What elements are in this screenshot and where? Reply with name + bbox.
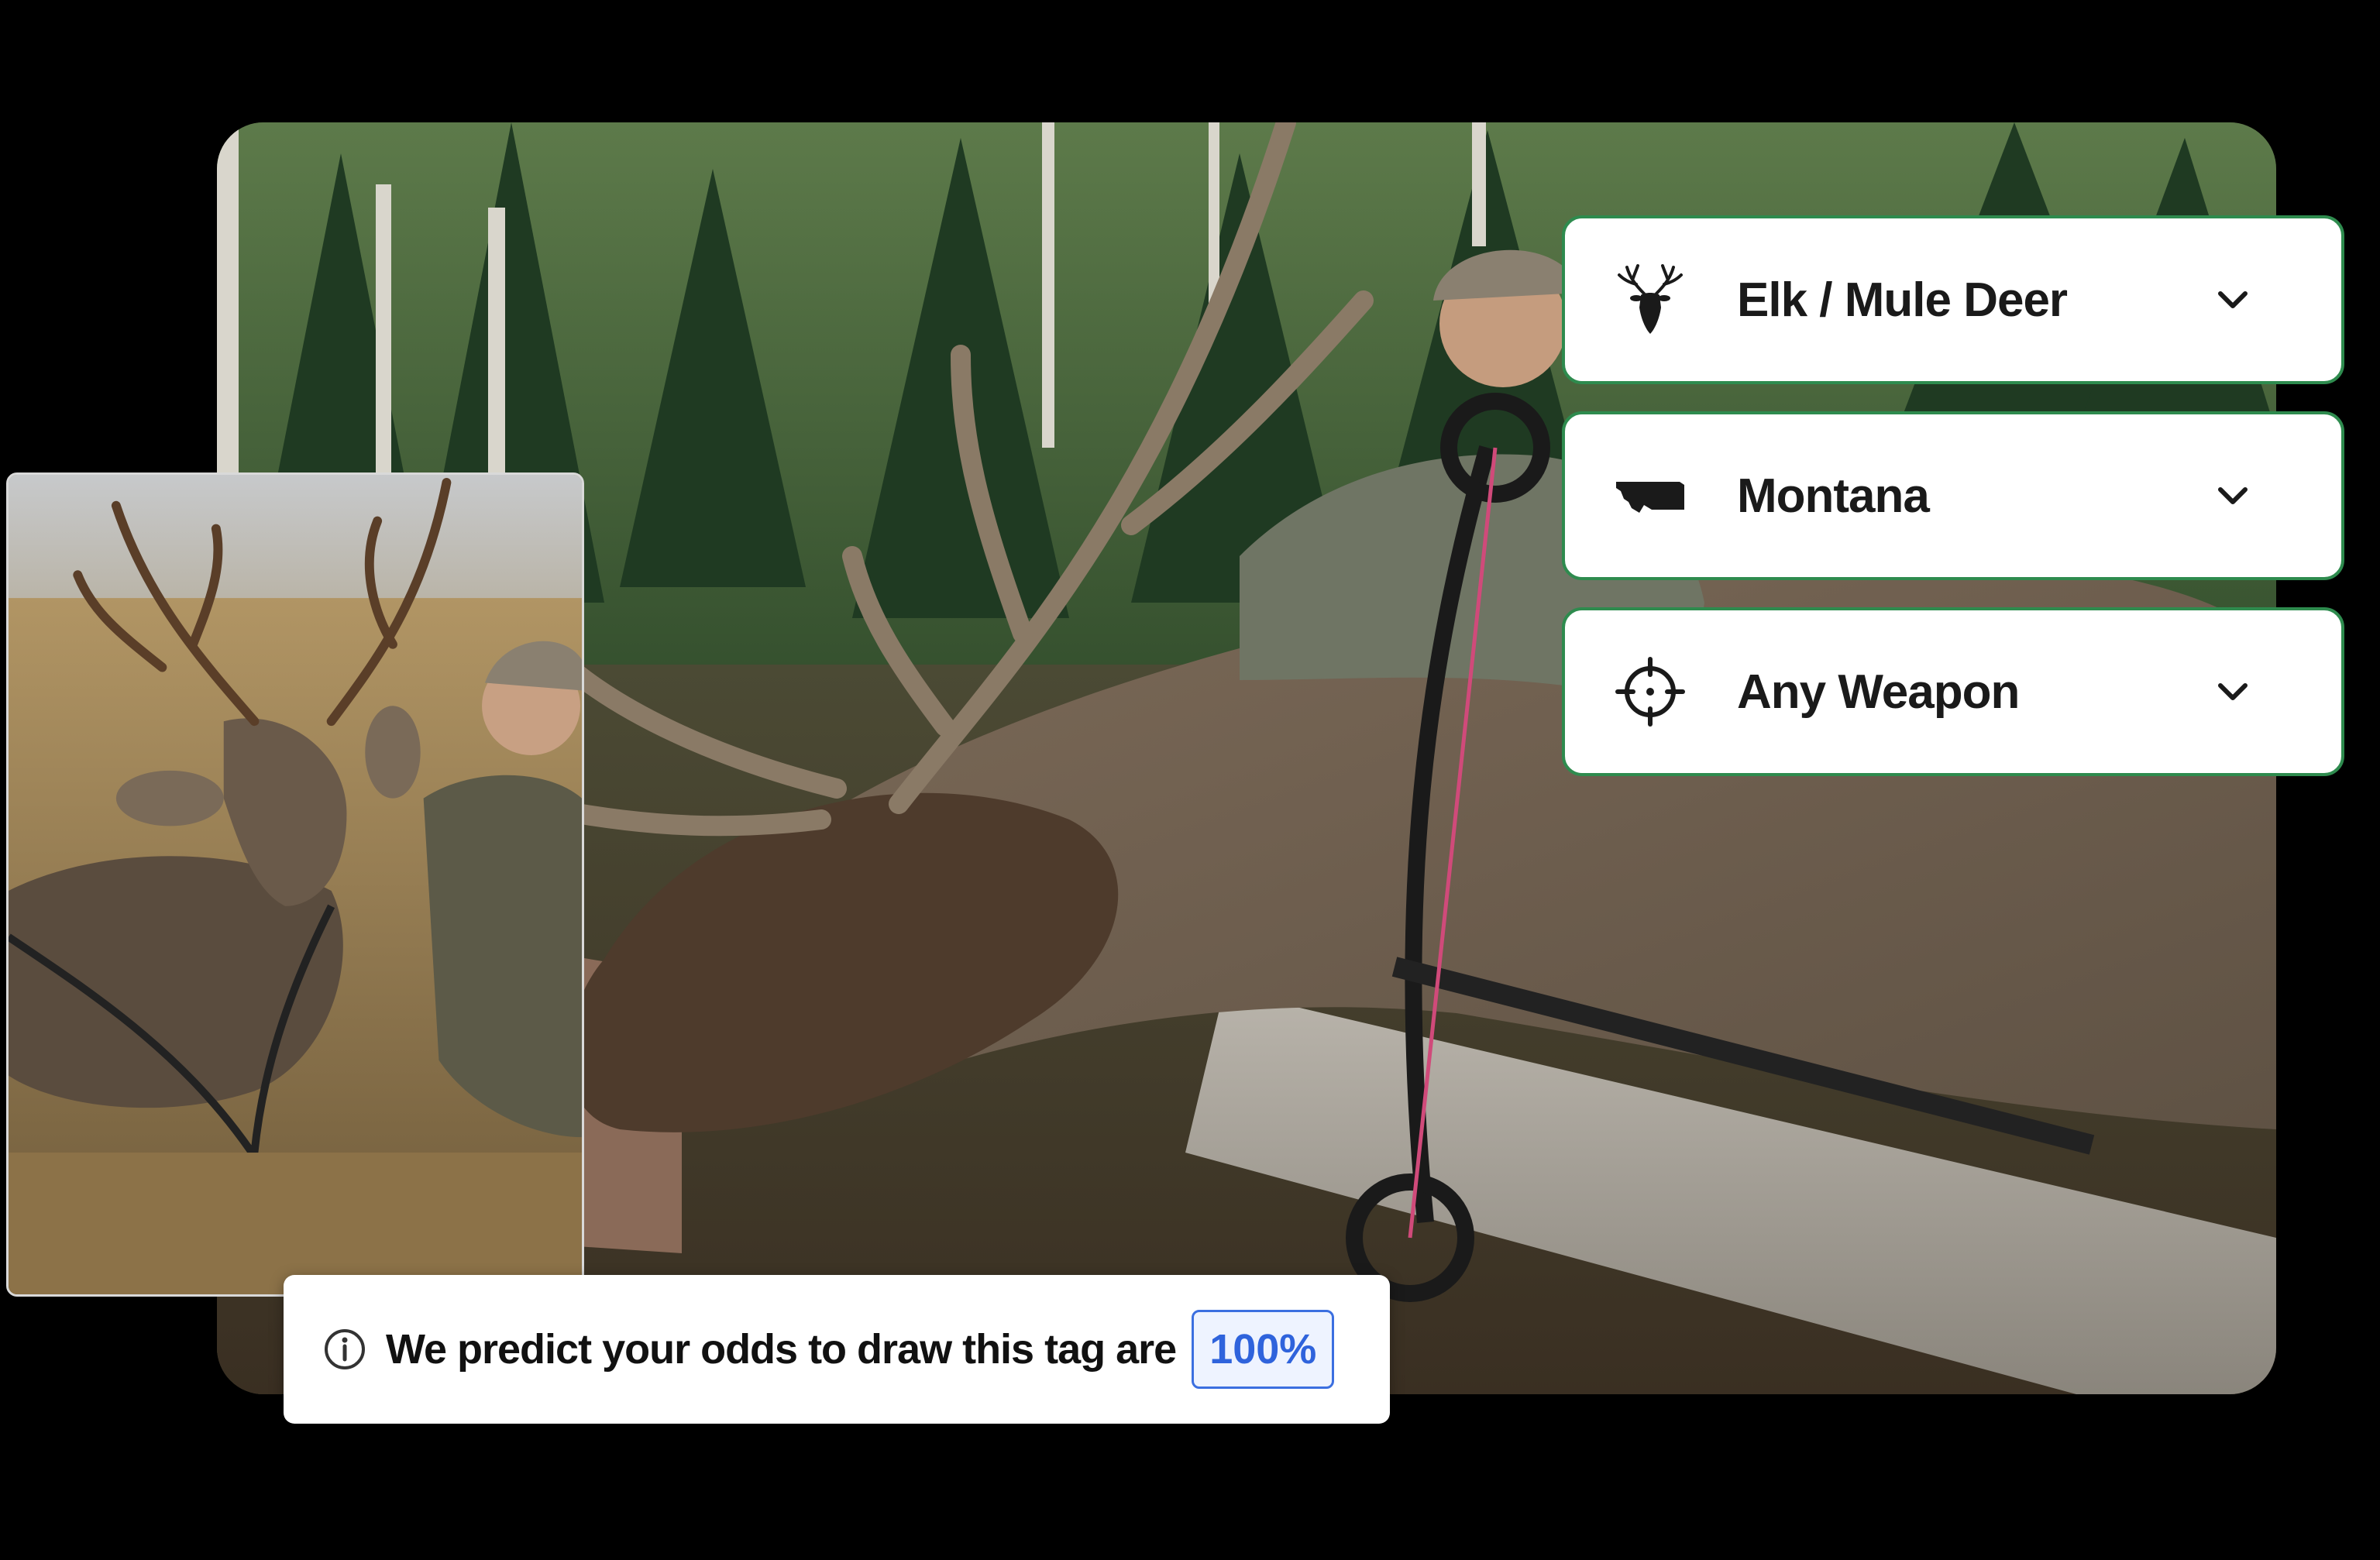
weapon-dropdown-label: Any Weapon [1737, 665, 2020, 719]
state-dropdown[interactable]: Montana [1562, 411, 2344, 580]
odds-prediction-text: We predict your odds to draw this tag ar… [386, 1326, 1177, 1373]
weapon-dropdown[interactable]: Any Weapon [1562, 607, 2344, 776]
species-dropdown-label: Elk / Mule Deer [1737, 273, 2068, 327]
species-dropdown[interactable]: Elk / Mule Deer [1562, 215, 2344, 384]
crosshair-icon [1613, 655, 1687, 729]
info-icon [322, 1327, 367, 1372]
odds-percentage-badge: 100% [1192, 1310, 1335, 1389]
montana-state-icon [1613, 459, 1687, 533]
mule-deer-hunter-photo [6, 472, 584, 1297]
odds-prediction-banner: We predict your odds to draw this tag ar… [284, 1275, 1390, 1424]
deer-head-icon [1613, 263, 1687, 337]
chevron-down-icon [2210, 668, 2256, 715]
chevron-down-icon [2210, 472, 2256, 519]
chevron-down-icon [2210, 277, 2256, 323]
hero-stage: Elk / Mule Deer Montana Any Weapon We pr… [0, 0, 2380, 1560]
state-dropdown-label: Montana [1737, 469, 1930, 523]
